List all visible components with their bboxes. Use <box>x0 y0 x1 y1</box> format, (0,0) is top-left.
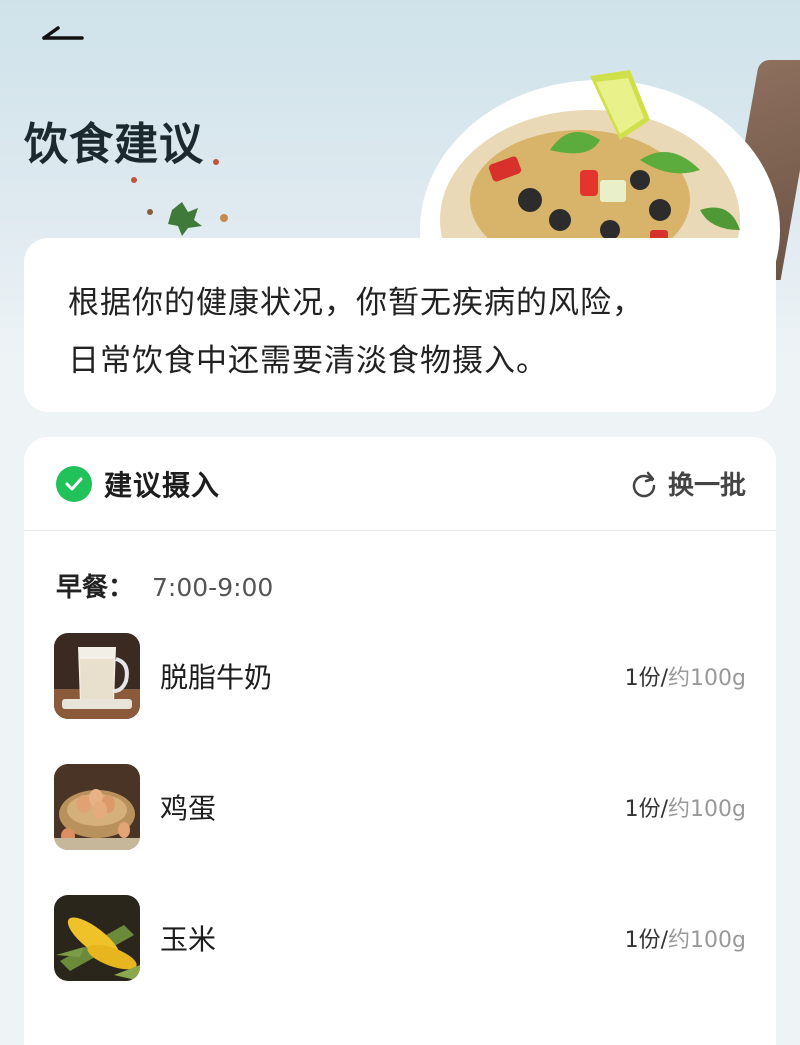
food-portion: 1份/约100g <box>625 791 746 823</box>
portion-count: 1份 <box>624 666 661 691</box>
portion-count: 1份 <box>624 797 661 822</box>
refresh-batch-label: 换一批 <box>667 471 746 501</box>
portion-count: 1份 <box>624 928 661 953</box>
food-name: 鸡蛋 <box>160 792 217 825</box>
meal-time: 7:00-9:00 <box>152 573 274 602</box>
portion-separator: / <box>660 928 669 953</box>
food-name: 脱脂牛奶 <box>160 661 273 694</box>
section-title-group: 建议摄入 <box>56 464 220 504</box>
summary-text-line-1: 根据你的健康状况，你暂无疾病的风险， <box>68 285 644 321</box>
recommended-intake-header: 建议摄入 换一批 <box>24 437 776 531</box>
section-title: 建议摄入 <box>104 468 221 502</box>
meal-heading: 早餐 ： 7:00-9:00 <box>56 567 273 604</box>
corn-cobs-image <box>54 895 140 981</box>
portion-weight: 约100g <box>668 797 746 822</box>
refresh-batch-button[interactable]: 换一批 <box>630 465 746 502</box>
food-name: 玉米 <box>160 923 217 956</box>
recommended-intake-card: 建议摄入 换一批 早餐 ： 7:00-9:00 脱脂牛奶 1份/约100g 鸡蛋… <box>24 437 776 1045</box>
page-title: 饮食建议 <box>24 119 204 170</box>
food-portion: 1份/约100g <box>625 922 746 954</box>
summary-text-line-2: 日常饮食中还需要清淡食物摄入。 <box>68 343 548 379</box>
portion-weight: 约100g <box>668 666 746 691</box>
milk-jug-image <box>54 633 140 719</box>
refresh-icon <box>632 471 656 497</box>
portion-weight: 约100g <box>668 928 746 953</box>
portion-separator: / <box>660 797 669 822</box>
food-item[interactable]: 脱脂牛奶 1份/约100g <box>54 633 746 719</box>
eggs-in-basket-image <box>54 764 140 850</box>
food-portion: 1份/约100g <box>625 660 746 692</box>
meal-name: 早餐 <box>56 573 109 603</box>
food-item[interactable]: 玉米 1份/约100g <box>54 895 746 981</box>
back-arrow-icon[interactable] <box>36 14 92 54</box>
health-summary-card: 根据你的健康状况，你暂无疾病的风险， 日常饮食中还需要清淡食物摄入。 <box>24 238 776 412</box>
food-item[interactable]: 鸡蛋 1份/约100g <box>54 764 746 850</box>
meal-colon: ： <box>108 573 135 603</box>
check-circle-icon <box>56 465 92 502</box>
portion-separator: / <box>660 666 669 691</box>
